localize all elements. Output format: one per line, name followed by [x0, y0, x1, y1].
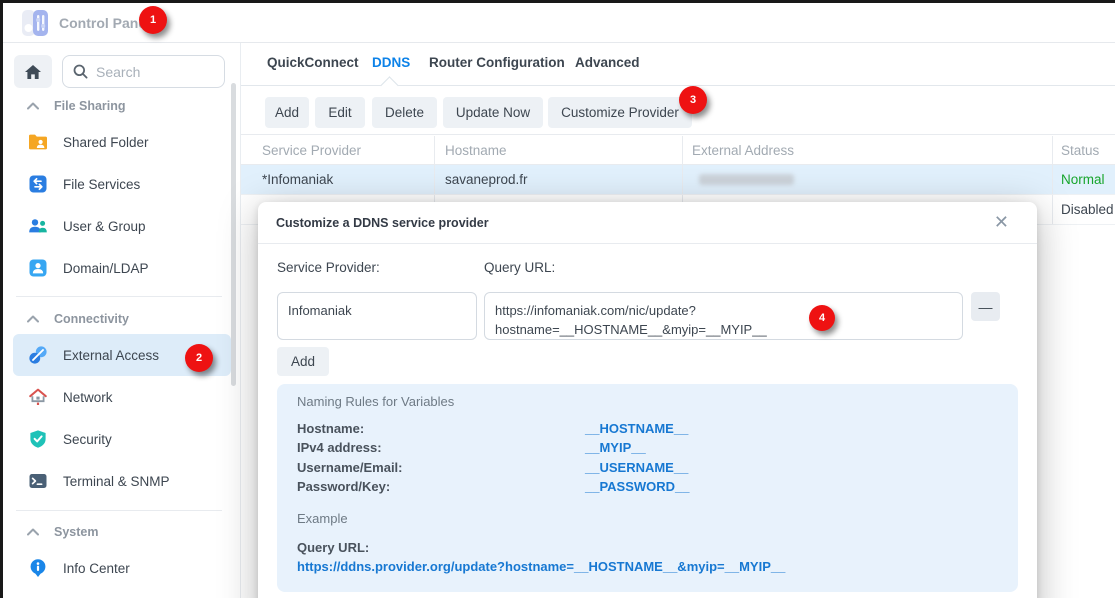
active-tab-notch	[380, 76, 398, 94]
example-label: Example	[297, 508, 348, 528]
chevron-up-icon	[27, 102, 39, 110]
query-url-label: Query URL:	[484, 260, 555, 275]
naming-rules-panel: Naming Rules for Variables Hostname: __H…	[277, 384, 1018, 592]
search-icon	[73, 64, 88, 79]
rule-password: Password/Key: __PASSWORD__	[297, 476, 690, 496]
table-header: Service Provider Hostname External Addre…	[241, 136, 1115, 165]
page-title: Control Panel	[59, 15, 150, 31]
redacted-external-address	[699, 174, 794, 185]
service-provider-field[interactable]: Infomaniak	[277, 292, 477, 340]
sidebar-section-system[interactable]: System	[27, 522, 98, 542]
rule-hostname: Hostname: __HOSTNAME__	[297, 418, 688, 438]
rule-ipv4: IPv4 address: __MYIP__	[297, 437, 646, 457]
cell-hostname: savaneprod.fr	[435, 165, 683, 194]
tab-advanced[interactable]: Advanced	[575, 55, 640, 70]
terminal-snmp-icon	[28, 471, 48, 491]
annotation-badge-1: 1	[139, 6, 167, 34]
sidebar-item-info-center[interactable]: Info Center	[13, 547, 231, 589]
control-panel-window: Control Panel File Sharing	[0, 0, 1115, 598]
sidebar-scrollbar[interactable]	[231, 83, 236, 386]
add-button[interactable]: Add	[265, 97, 309, 128]
tab-underline	[241, 85, 1115, 86]
control-panel-icon	[22, 10, 48, 36]
sidebar-divider	[16, 510, 222, 511]
dialog-title: Customize a DDNS service provider	[276, 216, 489, 230]
window-top-edge	[0, 0, 1115, 3]
delete-button[interactable]: Delete	[372, 97, 437, 128]
sidebar-item-domain-ldap[interactable]: Domain/LDAP	[13, 247, 231, 289]
annotation-badge-2: 2	[185, 344, 213, 372]
toolbar-divider	[241, 134, 1115, 135]
annotation-badge-3: 3	[679, 86, 707, 114]
service-provider-label: Service Provider:	[277, 260, 380, 275]
cell-external-address	[683, 165, 1053, 194]
column-header-hostname[interactable]: Hostname	[435, 136, 683, 164]
sidebar-item-user-group[interactable]: User & Group	[13, 205, 231, 247]
domain-ldap-icon	[28, 258, 48, 278]
sidebar-divider	[16, 296, 222, 297]
customize-ddns-dialog: Customize a DDNS service provider ✕ Serv…	[258, 202, 1037, 598]
sidebar-section-file-sharing[interactable]: File Sharing	[27, 96, 126, 116]
table-row[interactable]: *Infomaniak savaneprod.fr Normal	[241, 165, 1115, 195]
sidebar: File Sharing Shared Folder File Services	[3, 43, 241, 598]
dialog-divider	[258, 243, 1037, 244]
close-icon[interactable]: ✕	[988, 210, 1015, 235]
customize-provider-button[interactable]: Customize Provider	[548, 97, 692, 128]
update-now-button[interactable]: Update Now	[443, 97, 543, 128]
column-header-external-address[interactable]: External Address	[683, 136, 1053, 164]
tab-quickconnect[interactable]: QuickConnect	[267, 55, 359, 70]
column-header-status[interactable]: Status	[1053, 136, 1115, 164]
sidebar-item-terminal-snmp[interactable]: Terminal & SNMP	[13, 460, 231, 502]
external-access-icon	[28, 345, 48, 365]
rule-username: Username/Email: __USERNAME__	[297, 457, 688, 477]
user-group-icon	[28, 216, 48, 236]
status-badge: Disabled	[1053, 195, 1115, 224]
remove-provider-button[interactable]: —	[971, 292, 1000, 321]
dialog-add-button[interactable]: Add	[277, 347, 329, 376]
tab-ddns[interactable]: DDNS	[372, 55, 410, 70]
edit-button[interactable]: Edit	[315, 97, 365, 128]
sidebar-section-connectivity[interactable]: Connectivity	[27, 309, 129, 329]
sidebar-item-security[interactable]: Security	[13, 418, 231, 460]
app-header: Control Panel	[3, 3, 1115, 43]
sidebar-item-file-services[interactable]: File Services	[13, 163, 231, 205]
column-header-service-provider[interactable]: Service Provider	[241, 136, 435, 164]
sidebar-item-shared-folder[interactable]: Shared Folder	[13, 121, 231, 163]
cell-service-provider: *Infomaniak	[241, 165, 435, 194]
shared-folder-icon	[28, 132, 48, 152]
chevron-up-icon	[27, 315, 39, 323]
example-query-url-link[interactable]: https://ddns.provider.org/update?hostnam…	[297, 556, 785, 576]
info-center-icon	[28, 558, 48, 578]
example-query-url-label: Query URL:	[297, 537, 369, 557]
file-services-icon	[28, 174, 48, 194]
home-icon	[24, 64, 42, 80]
search-box[interactable]	[62, 55, 225, 88]
search-input[interactable]	[96, 64, 196, 80]
network-icon	[28, 387, 48, 407]
status-badge: Normal	[1053, 165, 1115, 194]
sidebar-item-network[interactable]: Network	[13, 376, 231, 418]
chevron-up-icon	[27, 528, 39, 536]
query-url-field[interactable]: https://infomaniak.com/nic/update? hostn…	[484, 292, 963, 340]
annotation-badge-4: 4	[809, 305, 835, 331]
home-button[interactable]	[14, 55, 52, 88]
window-left-edge	[0, 0, 3, 598]
naming-rules-title: Naming Rules for Variables	[297, 391, 454, 411]
tab-router-configuration[interactable]: Router Configuration	[429, 55, 565, 70]
security-icon	[28, 429, 48, 449]
